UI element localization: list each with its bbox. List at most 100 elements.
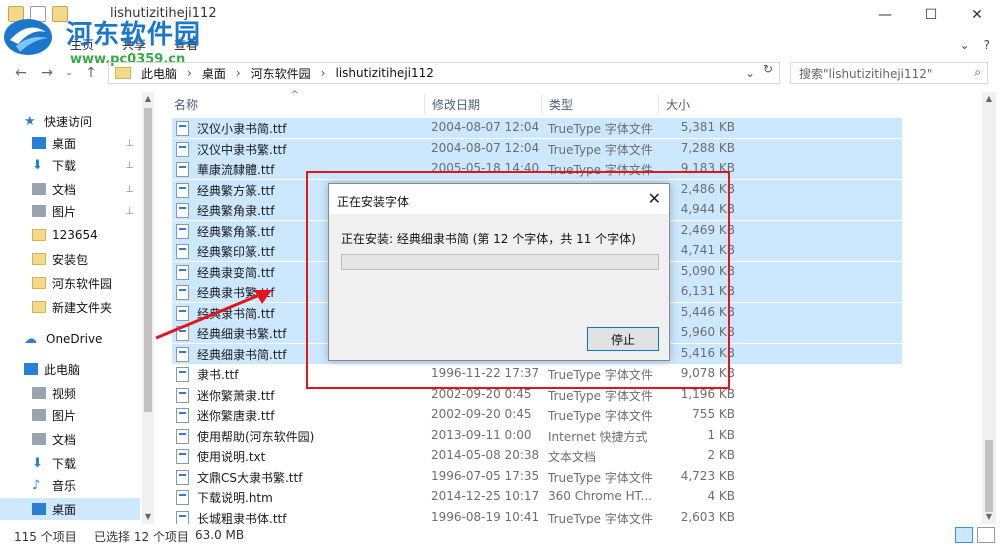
computer-icon <box>24 363 38 375</box>
new-folder-icon[interactable] <box>52 6 68 22</box>
selected-count: 已选择 12 个项目 <box>94 530 189 544</box>
font-file-icon <box>176 469 189 485</box>
pin-icon[interactable]: ⊥ <box>125 184 134 195</box>
refresh-icon[interactable]: ↻ <box>758 61 778 77</box>
file-name[interactable]: 经典隶变简.ttf <box>176 264 274 281</box>
scroll-down-icon[interactable]: ▼ <box>982 512 996 521</box>
sidebar-item-15[interactable]: ♪ 音乐 <box>0 474 140 496</box>
up-icon[interactable]: ↑ <box>82 64 100 82</box>
breadcrumb-desktop[interactable]: 桌面 › <box>202 65 241 82</box>
close-button[interactable]: ✕ <box>954 0 1000 30</box>
tab-file[interactable]: 文件 <box>24 36 48 53</box>
file-type: Internet 快捷方式 <box>548 429 648 444</box>
tab-share[interactable]: 共享 <box>122 36 146 53</box>
properties-icon[interactable] <box>30 6 46 22</box>
file-list-scrollbar-thumb[interactable] <box>985 440 993 512</box>
table-row[interactable]: 迷你繁唐隶.ttf 2002-09-20 0:45 TrueType 字体文件 755… <box>172 405 902 425</box>
ribbon-tabs: 文件 主页 共享 查看 ⌄ ? <box>0 30 1000 58</box>
file-name[interactable]: 经典繁角隶.ttf <box>176 202 274 219</box>
breadcrumb-hedong[interactable]: 河东软件园 › <box>251 65 326 82</box>
scroll-up-icon[interactable]: ▲ <box>982 94 996 103</box>
pin-icon[interactable]: ⊥ <box>125 138 134 149</box>
tab-home[interactable]: 主页 <box>70 36 94 53</box>
breadcrumb-current-folder[interactable]: lishutizitiheji112 <box>335 66 433 80</box>
file-name[interactable]: 華康流隸體.ttf <box>176 161 274 178</box>
sidebar-item-0[interactable]: ★ 快速访问 <box>0 110 140 132</box>
sidebar-item-6[interactable]: 安装包 <box>0 248 140 270</box>
back-icon[interactable]: ← <box>12 64 30 82</box>
file-name[interactable]: 经典繁方篆.ttf <box>176 182 274 199</box>
sidebar-item-8[interactable]: 新建文件夹 <box>0 296 140 318</box>
sidebar-item-2[interactable]: ⬇ 下载 ⊥ <box>0 154 140 176</box>
expand-ribbon-icon[interactable]: ⌄ <box>960 38 970 52</box>
search-icon[interactable]: ⌕ <box>974 65 981 80</box>
table-row[interactable]: 使用说明.txt 2014-05-08 20:38 文本文档 2 KB <box>172 446 902 466</box>
address-bar[interactable]: 此电脑 › 桌面 › 河东软件园 › lishutizitiheji112 ⌄ <box>108 62 780 84</box>
table-row[interactable]: 汉仪小隶书简.ttf 2004-08-07 12:04 TrueType 字体文件 5… <box>172 118 902 138</box>
sidebar-item-label: 下载 <box>52 456 77 471</box>
nav-scroll-up-icon[interactable]: ▲ <box>142 94 154 103</box>
maximize-button[interactable]: ☐ <box>908 0 954 30</box>
nav-scrollbar-thumb[interactable] <box>144 108 152 412</box>
file-date: 2002-09-20 0:45 <box>431 407 532 421</box>
sidebar-item-10[interactable]: 此电脑 <box>0 358 140 380</box>
help-icon[interactable]: ? <box>984 38 990 52</box>
chevron-down-icon[interactable]: ⌄ <box>745 66 755 80</box>
details-view-icon[interactable] <box>955 527 973 543</box>
nav-scroll-down-icon[interactable]: ▼ <box>142 512 154 521</box>
file-name[interactable]: 迷你繁萧隶.ttf <box>176 387 274 404</box>
sidebar-item-label: 河东软件园 <box>52 276 113 291</box>
dialog-close-icon[interactable]: ✕ <box>648 189 661 208</box>
pin-icon[interactable]: ⊥ <box>125 160 134 171</box>
file-name[interactable]: 隶书.ttf <box>176 366 238 383</box>
sidebar-item-12[interactable]: 图片 <box>0 404 140 426</box>
file-name[interactable]: 使用帮助(河东软件园) <box>176 428 314 445</box>
column-name[interactable]: 名称 <box>166 92 424 116</box>
sidebar-item-1[interactable]: 桌面 ⊥ <box>0 132 140 154</box>
file-name[interactable]: 经典繁角篆.ttf <box>176 223 274 240</box>
file-name[interactable]: 文鼎CS大隶书繁.ttf <box>176 469 302 486</box>
search-input[interactable]: 搜索"lishutizitiheji112" ⌕ <box>790 62 988 84</box>
column-date[interactable]: 修改日期 <box>424 92 541 116</box>
sidebar-item-7[interactable]: 河东软件园 <box>0 272 140 294</box>
file-type: TrueType 字体文件 <box>548 142 653 157</box>
font-file-icon <box>176 182 189 198</box>
sidebar-item-13[interactable]: 文档 <box>0 428 140 450</box>
sidebar-item-3[interactable]: 文档 ⊥ <box>0 178 140 200</box>
sidebar-item-9[interactable]: ☁ OneDrive <box>0 328 140 350</box>
sidebar-item-16[interactable]: 桌面 <box>0 498 140 520</box>
music-icon: ♪ <box>32 477 41 493</box>
recent-locations-icon[interactable]: ⌄ <box>60 64 78 82</box>
pin-icon[interactable]: ⊥ <box>125 206 134 217</box>
file-name[interactable]: 汉仪中隶书繁.ttf <box>176 141 286 158</box>
forward-icon[interactable]: → <box>38 64 56 82</box>
file-name[interactable]: 迷你繁唐隶.ttf <box>176 407 274 424</box>
file-name[interactable]: 经典繁印篆.ttf <box>176 243 274 260</box>
sidebar-item-14[interactable]: ⬇ 下载 <box>0 452 140 474</box>
column-type[interactable]: 类型 <box>541 92 658 116</box>
sidebar-item-4[interactable]: 图片 ⊥ <box>0 200 140 222</box>
stop-button[interactable]: 停止 <box>587 327 659 351</box>
breadcrumb-this-pc[interactable]: 此电脑 › <box>141 65 192 82</box>
file-name-text: 汉仪小隶书简.ttf <box>197 122 287 136</box>
file-name[interactable]: 使用说明.txt <box>176 448 265 465</box>
minimize-button[interactable]: — <box>862 0 908 30</box>
table-row[interactable]: 文鼎CS大隶书繁.ttf 1996-07-05 17:35 TrueType 字体文… <box>172 467 902 487</box>
table-row[interactable]: 汉仪中隶书繁.ttf 2004-08-07 12:04 TrueType 字体文件 7… <box>172 138 902 159</box>
table-row[interactable]: 下载说明.htm 2014-12-25 10:17 360 Chrome HT...… <box>172 487 902 507</box>
folder-icon[interactable] <box>8 6 24 22</box>
folder-icon <box>115 67 131 79</box>
file-name[interactable]: 下载说明.htm <box>176 489 273 506</box>
address-row: ← → ⌄ ↑ 此电脑 › 桌面 › 河东软件园 › lishutizitiheji1… <box>0 58 1000 90</box>
font-file-icon <box>176 203 189 218</box>
sidebar-item-11[interactable]: 视频 <box>0 382 140 404</box>
large-icons-view-icon[interactable] <box>977 527 995 543</box>
file-type: TrueType 字体文件 <box>548 388 653 403</box>
tab-view[interactable]: 查看 <box>174 36 198 53</box>
sidebar-item-label: 新建文件夹 <box>52 300 113 315</box>
file-name[interactable]: 汉仪小隶书简.ttf <box>176 120 286 137</box>
column-size[interactable]: 大小 <box>658 92 736 116</box>
file-date: 2014-12-25 10:17 <box>431 489 540 503</box>
table-row[interactable]: 使用帮助(河东软件园) 2013-09-11 0:00 Internet 快捷方式 1… <box>172 426 902 446</box>
sidebar-item-5[interactable]: 123654 <box>0 224 140 246</box>
